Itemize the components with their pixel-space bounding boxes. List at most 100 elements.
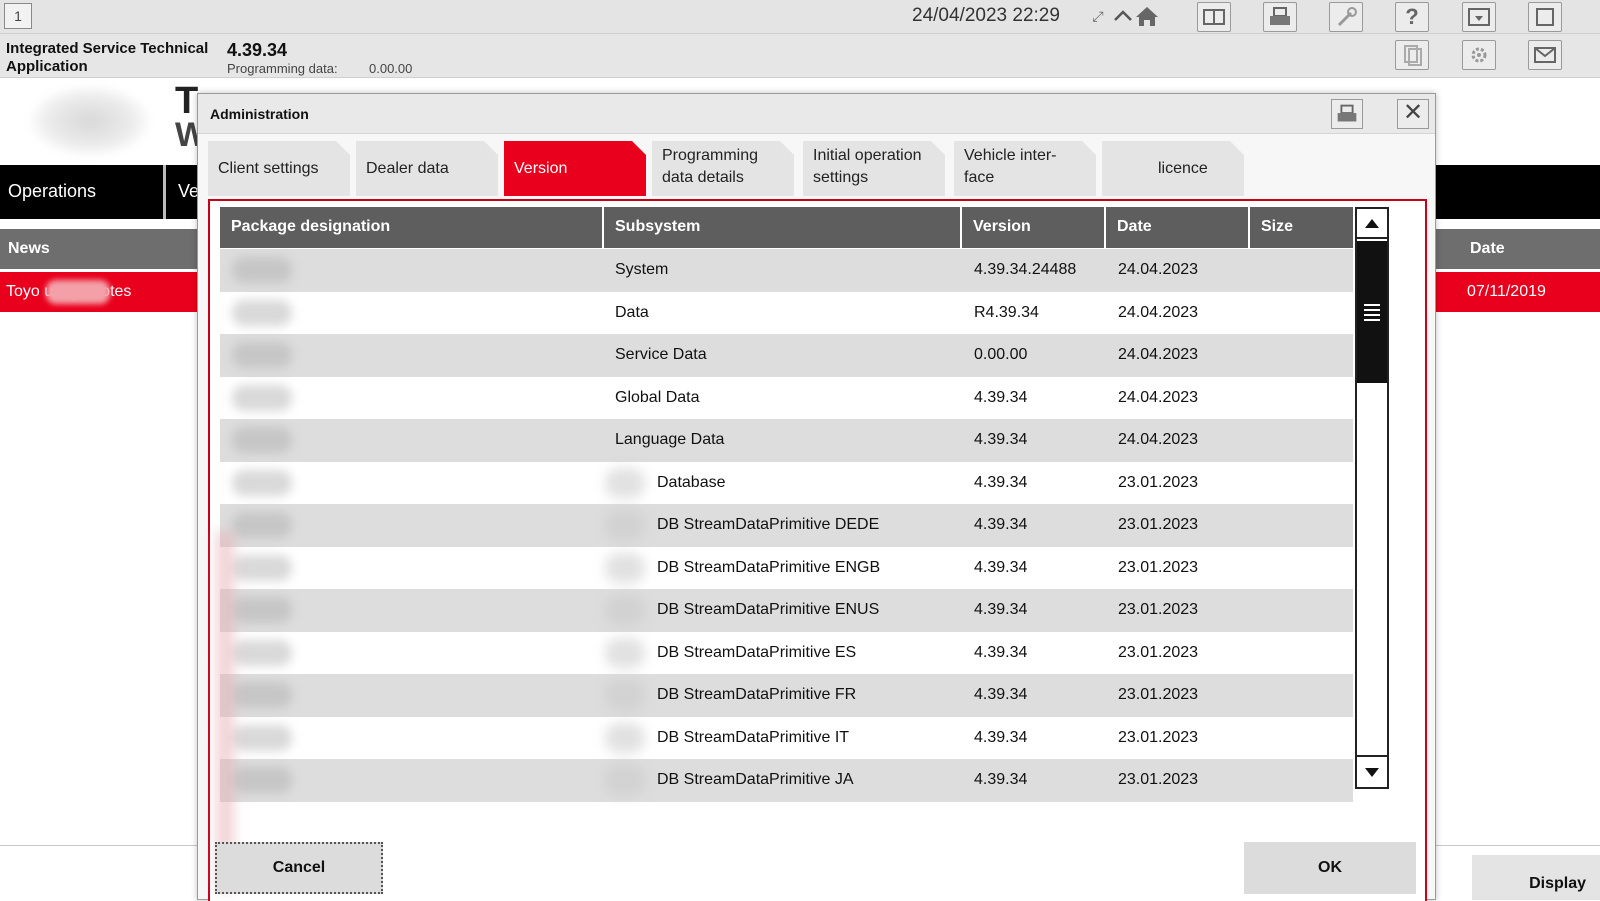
column-header-size[interactable]: Size <box>1250 207 1353 248</box>
cell-version: 4.39.34 <box>974 558 1028 576</box>
tab-version[interactable]: Version <box>504 141 646 196</box>
print-icon[interactable] <box>1263 2 1297 32</box>
table-row[interactable]: Database 4.39.34 23.01.2023 <box>220 461 1353 505</box>
cell-subsystem: Data <box>615 303 649 321</box>
table-row[interactable]: DB StreamDataPrimitive JA 4.39.34 23.01.20… <box>220 759 1353 802</box>
dialog-close-button[interactable]: ✕ <box>1397 99 1429 129</box>
cell-subsystem: System <box>615 261 669 278</box>
redacted-package <box>232 512 292 538</box>
table-row[interactable]: DB StreamDataPrimitive ENGB 4.39.34 23.01.… <box>220 546 1353 590</box>
scroll-down-button[interactable] <box>1357 755 1387 787</box>
app-name: Integrated Service Technical Application <box>6 40 209 75</box>
tab-vehicle-interface[interactable]: Vehicle inter-face <box>954 141 1096 196</box>
tab-programming-data-details[interactable]: Programming data details <box>652 141 794 196</box>
table-row[interactable]: System 4.39.34.24488 24.04.2023 <box>220 249 1353 292</box>
wrench-icon[interactable] <box>1329 2 1363 32</box>
expand-icon[interactable]: ⤢ <box>1088 2 1108 32</box>
cell-subsystem: DB StreamDataPrimitive IT <box>657 728 850 746</box>
window-icon[interactable] <box>1528 2 1562 32</box>
redacted-prefix <box>605 722 645 753</box>
table-row[interactable]: DB StreamDataPrimitive ES 4.39.34 23.01.20… <box>220 631 1353 675</box>
top-toolbar: 1 24/04/2023 22:29 ⤢ ? <box>0 0 1600 34</box>
cell-subsystem: DB StreamDataPrimitive FR <box>657 686 857 703</box>
document-icon[interactable] <box>1395 40 1429 70</box>
column-header-package[interactable]: Package designation <box>220 207 604 248</box>
dropdown-icon[interactable] <box>1462 2 1496 32</box>
cancel-button[interactable]: Cancel <box>215 842 383 894</box>
table-scrollbar[interactable] <box>1355 207 1389 789</box>
redacted-package <box>232 682 292 708</box>
cell-date: 23.01.2023 <box>1118 643 1199 661</box>
panel-icon[interactable] <box>1197 2 1231 32</box>
cell-date: 24.04.2023 <box>1118 431 1199 448</box>
cell-date: 23.01.2023 <box>1118 558 1199 576</box>
nav-item-vehicle[interactable]: Ve <box>178 181 199 202</box>
news-label: News <box>8 240 50 257</box>
table-row[interactable]: DB StreamDataPrimitive DEDE 4.39.34 23.01.… <box>220 504 1353 547</box>
cell-subsystem: DB StreamDataPrimitive ENUS <box>657 601 880 618</box>
scroll-thumb[interactable] <box>1357 241 1387 383</box>
table-row[interactable]: DB StreamDataPrimitive IT 4.39.34 23.01.20… <box>220 716 1353 760</box>
cell-version: 4.39.34 <box>974 728 1028 746</box>
home-icon[interactable] <box>1130 2 1164 32</box>
cell-version: 4.39.34 <box>974 686 1028 703</box>
cell-subsystem: DB StreamDataPrimitive ES <box>657 643 857 661</box>
table-row[interactable]: Data R4.39.34 24.04.2023 <box>220 291 1353 335</box>
grip-icon <box>1364 304 1380 306</box>
news-date-header: Date <box>1470 240 1505 257</box>
cell-date: 24.04.2023 <box>1118 261 1199 278</box>
redacted-package <box>232 427 292 453</box>
tab-licence[interactable]: licence <box>1102 141 1244 196</box>
cell-subsystem: Service Data <box>615 346 707 363</box>
datetime-display: 24/04/2023 22:29 <box>912 5 1060 26</box>
cell-subsystem: DB StreamDataPrimitive DEDE <box>657 516 880 533</box>
redacted-area <box>216 531 234 891</box>
scroll-up-button[interactable] <box>1357 209 1387 239</box>
news-row-date: 07/11/2019 <box>1467 283 1546 300</box>
cell-subsystem: DB StreamDataPrimitive ENGB <box>657 558 881 576</box>
redacted-prefix <box>605 552 645 583</box>
redacted-package <box>232 597 292 623</box>
redacted-prefix <box>605 765 645 795</box>
column-header-date[interactable]: Date <box>1106 207 1250 248</box>
cell-version: 0.00.00 <box>974 346 1028 363</box>
programming-data-label: Programming data: <box>227 61 338 76</box>
table-row[interactable]: DB StreamDataPrimitive FR 4.39.34 23.01.20… <box>220 674 1353 717</box>
cell-version: 4.39.34 <box>974 516 1028 533</box>
help-icon[interactable]: ? <box>1395 2 1429 32</box>
dialog-print-button[interactable] <box>1331 99 1363 129</box>
tab-client-settings[interactable]: Client settings <box>208 141 350 196</box>
tab-initial-operation-settings[interactable]: Initial operation settings <box>803 141 945 196</box>
app-version: 4.39.34 <box>227 40 288 60</box>
settings-icon[interactable] <box>1462 40 1496 70</box>
table-row[interactable]: Language Data 4.39.34 24.04.2023 <box>220 419 1353 462</box>
ok-button[interactable]: OK <box>1244 842 1416 894</box>
chevron-up-icon[interactable] <box>1110 2 1132 32</box>
redacted-prefix <box>605 510 645 540</box>
window-number-button[interactable]: 1 <box>4 3 32 29</box>
table-row[interactable]: DB StreamDataPrimitive ENUS 4.39.34 23.01.… <box>220 589 1353 632</box>
column-header-version[interactable]: Version <box>962 207 1106 248</box>
redacted-package <box>232 342 292 368</box>
redacted-package <box>232 639 292 666</box>
column-header-subsystem[interactable]: Subsystem <box>604 207 962 248</box>
cell-subsystem: Database <box>657 473 726 491</box>
nav-item-operations[interactable]: Operations <box>8 181 96 202</box>
app-header: Integrated Service Technical Application… <box>0 34 1600 78</box>
tab-dealer-data[interactable]: Dealer data <box>356 141 498 196</box>
table-row[interactable]: Service Data 0.00.00 24.04.2023 <box>220 334 1353 377</box>
nav-divider <box>163 165 166 219</box>
cell-date: 24.04.2023 <box>1118 346 1199 363</box>
cell-date: 23.01.2023 <box>1118 771 1199 788</box>
cell-date: 23.01.2023 <box>1118 473 1199 491</box>
display-button[interactable]: Display <box>1472 855 1600 900</box>
redacted-prefix <box>605 637 645 668</box>
dialog-titlebar: Administration ✕ <box>198 94 1435 134</box>
cell-subsystem: DB StreamDataPrimitive JA <box>657 771 854 788</box>
redacted-package <box>232 469 292 496</box>
brand-logo <box>30 86 150 156</box>
redacted-package <box>232 299 292 326</box>
mail-icon[interactable] <box>1528 40 1562 70</box>
version-table-frame: Package designation Subsystem Version Da… <box>208 199 1427 901</box>
table-row[interactable]: Global Data 4.39.34 24.04.2023 <box>220 376 1353 420</box>
